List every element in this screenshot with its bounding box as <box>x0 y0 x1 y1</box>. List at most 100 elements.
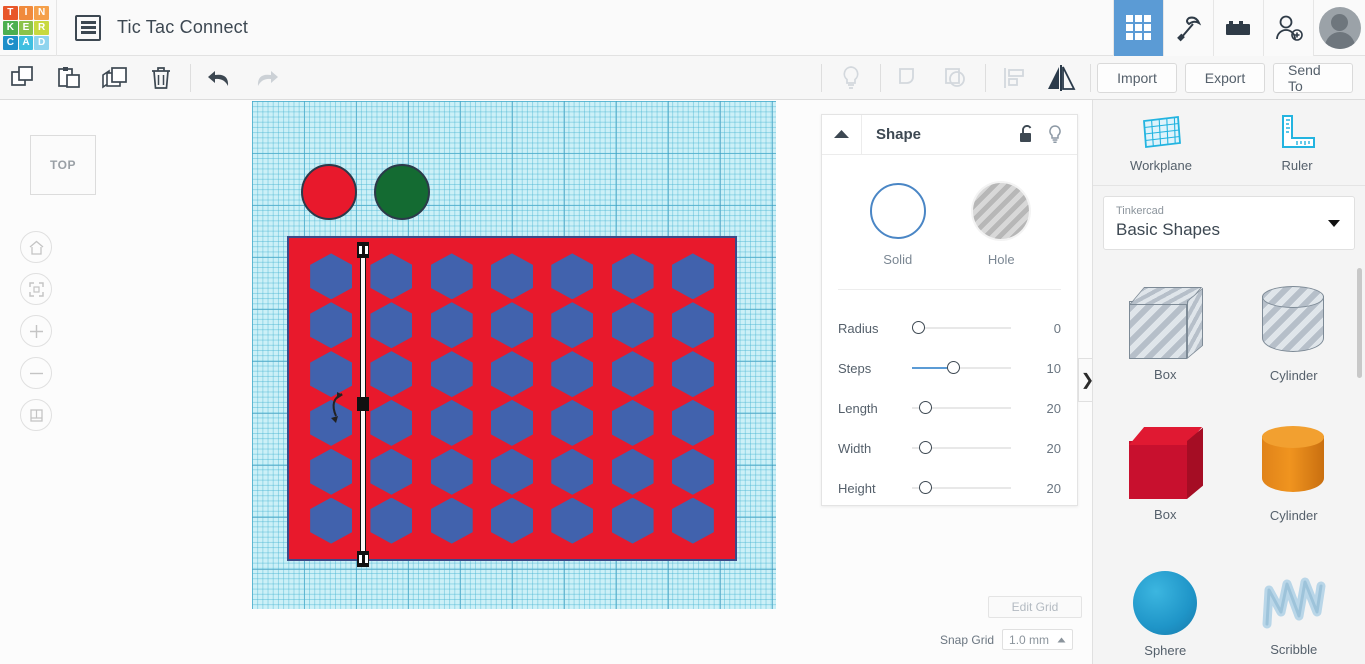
shape-item-box-hole-icon[interactable]: Box <box>1101 264 1230 404</box>
tinkercad-logo[interactable]: TIN KER CAD <box>2 5 50 51</box>
cylinder-hole-icon <box>1261 285 1326 360</box>
slider-value-length[interactable]: 20 <box>1021 401 1061 416</box>
shape-item-label: Cylinder <box>1269 507 1318 523</box>
ruler-handle-top[interactable] <box>357 242 369 258</box>
shape-item-label: Box <box>1154 506 1177 522</box>
logo-tile-r-5: R <box>34 20 49 35</box>
shape-item-cylinder-orange-icon[interactable]: Cylinder <box>1230 404 1359 544</box>
undo-icon[interactable] <box>197 56 243 100</box>
send-to-button[interactable]: Send To <box>1273 62 1353 94</box>
hex-hole <box>490 448 533 495</box>
ruler-handle-mid[interactable] <box>357 397 369 411</box>
ruler-measure-line[interactable] <box>357 242 369 567</box>
solid-hole-selector: Solid Hole <box>822 155 1077 281</box>
view-cube[interactable]: TOP <box>30 135 96 195</box>
hex-hole <box>490 302 533 349</box>
mirror-icon[interactable] <box>1038 56 1084 100</box>
add-person-icon[interactable] <box>1263 0 1313 56</box>
logo-tile-d-8: D <box>34 35 49 50</box>
slider-label-height: Height <box>838 480 876 496</box>
solid-label: Solid <box>883 252 913 267</box>
edit-grid-button[interactable]: Edit Grid <box>988 596 1082 618</box>
inspector-header: Shape <box>822 115 1077 155</box>
shape-item-label: Box <box>1154 366 1177 382</box>
hex-hole <box>551 497 594 544</box>
unlock-icon[interactable] <box>1019 125 1035 144</box>
home-view-icon[interactable] <box>20 231 52 263</box>
slider-value-steps[interactable]: 10 <box>1021 361 1061 376</box>
connect-four-board[interactable] <box>287 236 737 561</box>
slider-label-length: Length <box>838 400 878 416</box>
redo-icon[interactable] <box>243 56 289 100</box>
hex-hole <box>490 497 533 544</box>
shape-inspector-panel: Shape Solid Hole Radius 0 Steps 10 Lengt… <box>821 114 1078 506</box>
shape-item-box-red-icon[interactable]: Box <box>1101 404 1230 544</box>
cylinder-orange-icon <box>1261 425 1326 500</box>
tinkercad-app: TINKERCAD Tic Tac Connect Import Export … <box>0 0 1365 664</box>
slider-knob[interactable] <box>912 321 925 334</box>
slider-track-radius[interactable] <box>912 321 1021 335</box>
shape-item-scribble-icon[interactable]: Scribble <box>1230 544 1359 664</box>
logo-tile-a-7: A <box>18 35 34 50</box>
align-icon[interactable] <box>992 56 1038 100</box>
shape-item-sphere-icon[interactable]: Sphere <box>1101 544 1230 664</box>
zoom-in-icon[interactable] <box>20 315 52 347</box>
slider-track-steps[interactable] <box>912 361 1021 375</box>
workplane-tool[interactable]: Workplane <box>1093 100 1229 185</box>
collapse-triangle-icon[interactable] <box>822 115 862 154</box>
divider <box>56 0 57 56</box>
slider-track-width[interactable] <box>912 441 1021 455</box>
perspective-toggle-icon[interactable] <box>20 399 52 431</box>
user-avatar[interactable] <box>1313 0 1365 56</box>
slider-knob[interactable] <box>918 481 932 494</box>
snap-grid-select[interactable]: 1.0 mm <box>1002 629 1074 650</box>
shape-item-cylinder-hole-icon[interactable]: Cylinder <box>1230 264 1359 404</box>
hex-hole <box>370 399 413 446</box>
slider-track-length[interactable] <box>912 401 1021 415</box>
hex-hole <box>310 497 353 544</box>
top-bar-nav <box>1113 0 1365 56</box>
solid-option[interactable]: Solid <box>869 183 926 267</box>
slider-knob[interactable] <box>918 401 932 414</box>
hex-hole <box>671 302 714 349</box>
delete-icon[interactable] <box>138 56 184 100</box>
import-button[interactable]: Import <box>1097 62 1177 93</box>
copy-icon[interactable] <box>0 56 46 100</box>
rotate-handle-icon[interactable] <box>326 390 352 424</box>
ruler-handle-bottom[interactable] <box>357 551 369 567</box>
export-button[interactable]: Export <box>1185 62 1265 93</box>
slider-value-width[interactable]: 20 <box>1021 441 1061 456</box>
ungroup-icon[interactable] <box>933 56 979 100</box>
list-menu-icon[interactable] <box>75 14 101 41</box>
hex-hole <box>551 448 594 495</box>
hole-option[interactable]: Hole <box>973 183 1030 267</box>
slider-fill <box>912 367 947 369</box>
apps-grid-icon[interactable] <box>1113 0 1163 56</box>
hex-hole <box>611 253 654 300</box>
ruler-tool[interactable]: Ruler <box>1229 100 1365 185</box>
hex-hole <box>310 302 353 349</box>
fit-to-view-icon[interactable] <box>20 273 52 305</box>
lightbulb-icon[interactable] <box>1047 125 1063 144</box>
slider-value-radius[interactable]: 0 <box>1021 321 1061 336</box>
slider-knob[interactable] <box>918 441 932 454</box>
workplane-label: Workplane <box>268 660 446 664</box>
slider-track-height[interactable] <box>912 481 1021 495</box>
pickaxe-icon[interactable] <box>1163 0 1213 56</box>
red-token[interactable] <box>301 164 357 220</box>
library-name: Basic Shapes <box>1116 220 1220 239</box>
view-cube-label: TOP <box>50 158 76 172</box>
shape-library-select[interactable]: Tinkercad Basic Shapes <box>1103 196 1355 250</box>
green-token[interactable] <box>374 164 430 220</box>
paste-icon[interactable] <box>46 56 92 100</box>
hex-hole <box>551 302 594 349</box>
zoom-out-icon[interactable] <box>20 357 52 389</box>
group-icon[interactable] <box>887 56 933 100</box>
gallery-scrollbar[interactable] <box>1357 268 1362 378</box>
slider-knob[interactable] <box>946 361 960 374</box>
lego-brick-icon[interactable] <box>1213 0 1263 56</box>
shapes-side-panel: Workplane Ruler Tinkercad Basic Shapes B… <box>1092 100 1365 664</box>
slider-value-height[interactable]: 20 <box>1021 481 1061 496</box>
duplicate-icon[interactable] <box>92 56 138 100</box>
lightbulb-icon[interactable] <box>828 56 874 100</box>
